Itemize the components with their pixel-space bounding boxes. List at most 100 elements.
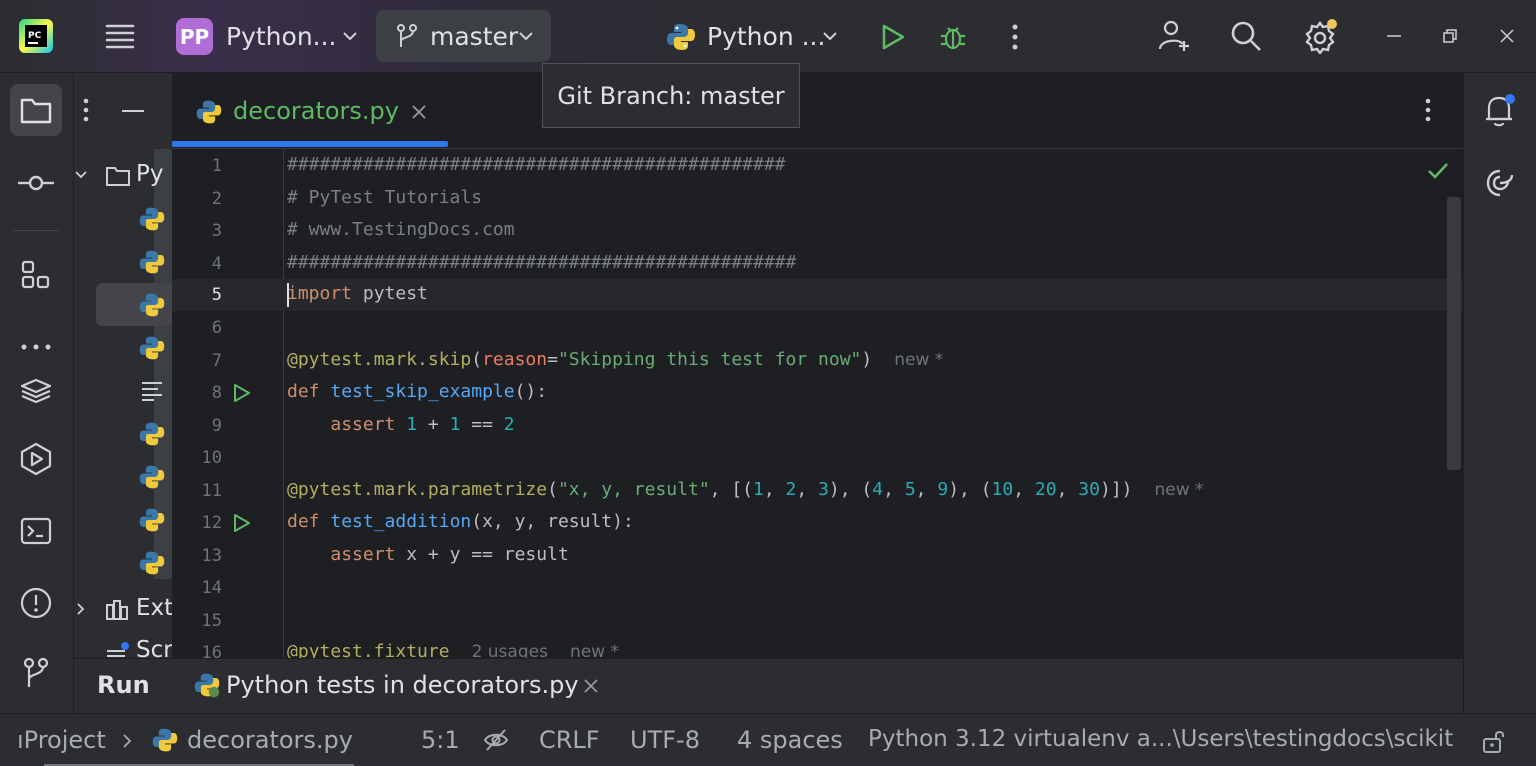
- line-number: 3: [211, 221, 222, 241]
- run-icon[interactable]: [876, 20, 910, 54]
- python-file-icon[interactable]: [138, 506, 166, 534]
- usages-hint[interactable]: 2 usages: [472, 642, 548, 658]
- editor-tab[interactable]: decorators.py: [172, 73, 448, 147]
- close-icon[interactable]: [1493, 22, 1521, 50]
- indent-setting[interactable]: 4 spaces: [737, 726, 843, 754]
- chevron-down-icon[interactable]: [74, 165, 88, 185]
- run-config-name[interactable]: Python ...: [707, 22, 825, 51]
- inlay-hint[interactable]: new *: [894, 350, 943, 370]
- python-config-icon[interactable]: [664, 20, 698, 54]
- code-line[interactable]: 11 @pytest.mark.parametrize("x, y, resul…: [172, 475, 1463, 507]
- code-text[interactable]: import pytest: [287, 283, 428, 304]
- chevron-down-icon[interactable]: [820, 26, 840, 46]
- code-line[interactable]: 10: [172, 442, 1463, 474]
- code-text[interactable]: ########################################…: [287, 252, 796, 273]
- code-text[interactable]: @pytest.fixture 2 usages new *: [287, 641, 619, 658]
- code-line[interactable]: 4 ######################################…: [172, 248, 1463, 280]
- chevron-down-icon[interactable]: [340, 26, 360, 46]
- hide-panel-icon[interactable]: [118, 99, 148, 123]
- tree-external-libraries-row[interactable]: Ext: [74, 589, 172, 629]
- code-text[interactable]: def test_addition(x, y, result):: [287, 511, 634, 532]
- add-user-icon[interactable]: [1156, 18, 1192, 54]
- inspection-off-icon[interactable]: [482, 726, 510, 754]
- minimize-icon[interactable]: [1380, 22, 1408, 50]
- run-tab-label[interactable]: Python tests in decorators.py: [226, 671, 579, 699]
- editor-scrollbar[interactable]: [1447, 197, 1461, 470]
- python-file-icon: [150, 725, 180, 755]
- run-test-gutter-icon[interactable]: [232, 383, 252, 403]
- python-file-icon[interactable]: [138, 248, 166, 276]
- code-text[interactable]: # www.TestingDocs.com: [287, 219, 515, 240]
- no-problems-check-icon[interactable]: [1426, 159, 1450, 183]
- code-line[interactable]: 15: [172, 605, 1463, 637]
- line-ending[interactable]: CRLF: [539, 726, 600, 754]
- code-text[interactable]: ########################################…: [287, 154, 786, 175]
- code-text[interactable]: def test_skip_example():: [287, 381, 547, 402]
- breadcrumb-file[interactable]: decorators.py: [187, 726, 353, 754]
- python-file-icon[interactable]: [138, 549, 166, 577]
- code-text[interactable]: assert 1 + 1 == 2: [287, 414, 514, 435]
- code-line[interactable]: 2 # PyTest Tutorials: [172, 183, 1463, 215]
- line-number: 5: [211, 285, 222, 305]
- unlock-icon[interactable]: [1478, 726, 1508, 756]
- current-code-line[interactable]: 5 import pytest: [172, 279, 1463, 311]
- commit-button[interactable]: [10, 157, 62, 209]
- inlay-hint[interactable]: new *: [1155, 480, 1204, 500]
- line-number: 2: [211, 188, 222, 209]
- inlay-hint[interactable]: new *: [570, 642, 619, 658]
- project-badge[interactable]: PP: [176, 18, 213, 55]
- code-line[interactable]: 13 assert x + y == result: [172, 540, 1463, 572]
- python-file-icon[interactable]: [138, 420, 166, 448]
- pycharm-logo-icon[interactable]: PC: [18, 18, 54, 54]
- code-line[interactable]: 3 # www.TestingDocs.com: [172, 215, 1463, 247]
- notifications-icon[interactable]: [1480, 91, 1520, 131]
- run-test-gutter-icon[interactable]: [232, 513, 252, 533]
- chevron-down-icon: [516, 26, 536, 46]
- python-file-icon[interactable]: [138, 291, 166, 319]
- structure-button[interactable]: [10, 249, 62, 301]
- code-line[interactable]: 7 @pytest.mark.skip(reason="Skipping thi…: [172, 345, 1463, 377]
- code-line[interactable]: 8 def test_skip_example():: [172, 377, 1463, 409]
- code-line[interactable]: 1 ######################################…: [172, 150, 1463, 182]
- code-line[interactable]: 16 @pytest.fixture 2 usages new *: [172, 637, 1463, 658]
- code-line[interactable]: 9 assert 1 + 1 == 2: [172, 410, 1463, 442]
- services-button[interactable]: [10, 433, 62, 485]
- branch-icon: [394, 23, 420, 49]
- panel-options-icon[interactable]: [76, 95, 96, 125]
- text-file-icon[interactable]: [138, 377, 166, 405]
- code-text[interactable]: assert x + y == result: [287, 544, 568, 565]
- code-text[interactable]: # PyTest Tutorials: [287, 187, 482, 208]
- run-title: Run: [97, 671, 150, 699]
- close-tab-icon[interactable]: [580, 675, 602, 697]
- breadcrumb-project[interactable]: ıProject: [17, 726, 106, 754]
- close-tab-icon[interactable]: [408, 101, 430, 123]
- problems-button[interactable]: [10, 577, 62, 629]
- file-encoding[interactable]: UTF-8: [630, 726, 700, 754]
- code-line[interactable]: 14: [172, 572, 1463, 604]
- python-packages-button[interactable]: [10, 365, 62, 417]
- settings-icon[interactable]: [1300, 16, 1340, 56]
- debug-icon[interactable]: [936, 20, 970, 54]
- tree-root-row[interactable]: Py: [74, 155, 172, 195]
- version-control-button[interactable]: [10, 647, 62, 699]
- branch-widget[interactable]: master: [376, 10, 551, 62]
- search-icon[interactable]: [1228, 18, 1264, 54]
- ai-assistant-icon[interactable]: [1482, 165, 1518, 201]
- caret-position[interactable]: 5:1: [421, 726, 460, 754]
- code-text[interactable]: @pytest.mark.parametrize("x, y, result",…: [287, 479, 1204, 500]
- restore-icon[interactable]: [1436, 22, 1464, 50]
- terminal-button[interactable]: [10, 505, 62, 557]
- python-interpreter[interactable]: Python 3.12 virtualenv a...\Users\testin…: [868, 726, 1453, 752]
- python-file-icon[interactable]: [138, 463, 166, 491]
- python-file-icon[interactable]: [138, 205, 166, 233]
- code-text[interactable]: @pytest.mark.skip(reason="Skipping this …: [287, 349, 943, 370]
- code-line[interactable]: 12 def test_addition(x, y, result):: [172, 507, 1463, 539]
- python-file-icon[interactable]: [138, 334, 166, 362]
- more-vertical-icon[interactable]: [1000, 20, 1030, 54]
- code-line[interactable]: 6: [172, 312, 1463, 344]
- chevron-right-icon[interactable]: [74, 599, 88, 619]
- project-view-button[interactable]: [10, 84, 62, 136]
- project-name[interactable]: Python...: [226, 22, 337, 51]
- hamburger-menu-icon[interactable]: [102, 18, 138, 54]
- more-vertical-icon[interactable]: [1416, 95, 1440, 125]
